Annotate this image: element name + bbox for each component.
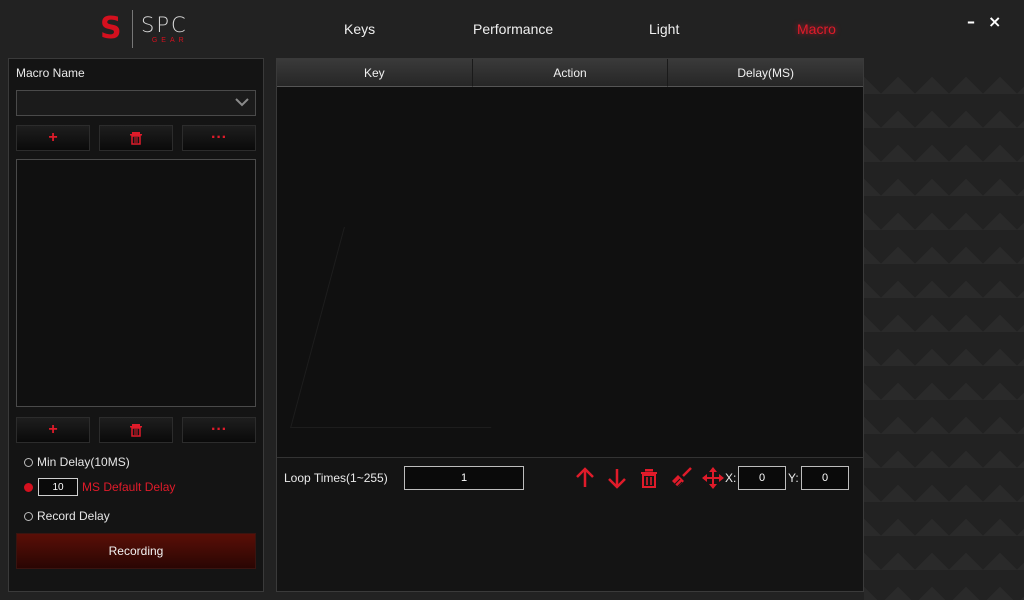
macro-sidebar: Macro Name + ··· + ··· Min Delay(10MS) 1…	[8, 58, 264, 592]
min-delay-option[interactable]: Min Delay(10MS)	[24, 455, 130, 469]
more-icon: ···	[211, 421, 227, 438]
macro-editor-toolbar: Loop Times(1~255) 1 X: 0 Y: 0	[277, 457, 863, 497]
move-icon[interactable]	[701, 466, 725, 490]
minimize-button[interactable]: –	[967, 14, 975, 30]
column-delay[interactable]: Delay(MS)	[668, 59, 864, 87]
macro-name-label: Macro Name	[16, 66, 85, 80]
trash-icon[interactable]	[637, 466, 661, 490]
record-delay-radio[interactable]	[24, 511, 33, 521]
trash-icon	[130, 132, 142, 145]
chevron-down-icon	[235, 98, 249, 107]
trash-icon	[130, 424, 142, 437]
close-button[interactable]: ×	[988, 14, 1001, 30]
background-pattern	[864, 60, 1024, 600]
delete-step-button[interactable]	[99, 417, 173, 443]
delete-macro-button[interactable]	[99, 125, 173, 151]
macro-editor: Key Action Delay(MS) Loop Times(1~255) 1	[276, 58, 864, 592]
x-label: X:	[725, 471, 737, 485]
app-header: S SPC GEAR Keys Performance Light Macro …	[0, 0, 1024, 58]
y-label: Y:	[788, 471, 799, 485]
more-step-button[interactable]: ···	[182, 417, 256, 443]
default-delay-option[interactable]: MS Default Delay	[24, 478, 175, 496]
arrow-up-icon[interactable]	[573, 466, 597, 490]
add-macro-button[interactable]: +	[16, 125, 90, 151]
x-input[interactable]: 0	[738, 466, 786, 490]
macro-toolbar-top: + ···	[16, 125, 256, 151]
macro-table-header: Key Action Delay(MS)	[277, 59, 864, 87]
plus-icon: +	[48, 129, 58, 146]
logo-mark: S	[100, 11, 122, 46]
record-delay-option[interactable]: Record Delay	[24, 509, 110, 523]
macro-name-select[interactable]	[16, 90, 256, 116]
macro-table-body[interactable]	[277, 87, 863, 457]
plus-icon: +	[48, 421, 58, 438]
tab-light[interactable]: Light	[649, 21, 679, 37]
clear-brush-icon[interactable]	[669, 466, 693, 490]
min-delay-label: Min Delay(10MS)	[37, 455, 130, 469]
loop-times-input[interactable]: 1	[404, 466, 524, 490]
tab-macro[interactable]: Macro	[797, 21, 836, 37]
min-delay-radio[interactable]	[24, 457, 33, 467]
macro-toolbar-bottom: + ···	[16, 417, 256, 443]
tab-keys[interactable]: Keys	[344, 21, 375, 37]
y-input[interactable]: 0	[801, 466, 849, 490]
macro-list[interactable]	[16, 159, 256, 407]
loop-times-label: Loop Times(1~255)	[284, 471, 388, 485]
record-delay-label: Record Delay	[37, 509, 110, 523]
recording-button[interactable]: Recording	[16, 533, 256, 569]
more-icon: ···	[211, 129, 227, 146]
spc-gear-logo: S SPC GEAR	[100, 10, 188, 48]
more-macro-button[interactable]: ···	[182, 125, 256, 151]
add-step-button[interactable]: +	[16, 417, 90, 443]
default-delay-label: MS Default Delay	[82, 480, 176, 494]
tab-performance[interactable]: Performance	[473, 21, 553, 37]
arrow-down-icon[interactable]	[605, 466, 629, 490]
column-action[interactable]: Action	[472, 59, 669, 87]
default-delay-input[interactable]	[38, 478, 78, 496]
logo-divider	[132, 10, 133, 48]
default-delay-radio[interactable]	[24, 482, 33, 492]
column-key[interactable]: Key	[277, 59, 473, 87]
logo-sub: GEAR	[151, 36, 188, 44]
logo-brand: SPC	[141, 12, 188, 37]
